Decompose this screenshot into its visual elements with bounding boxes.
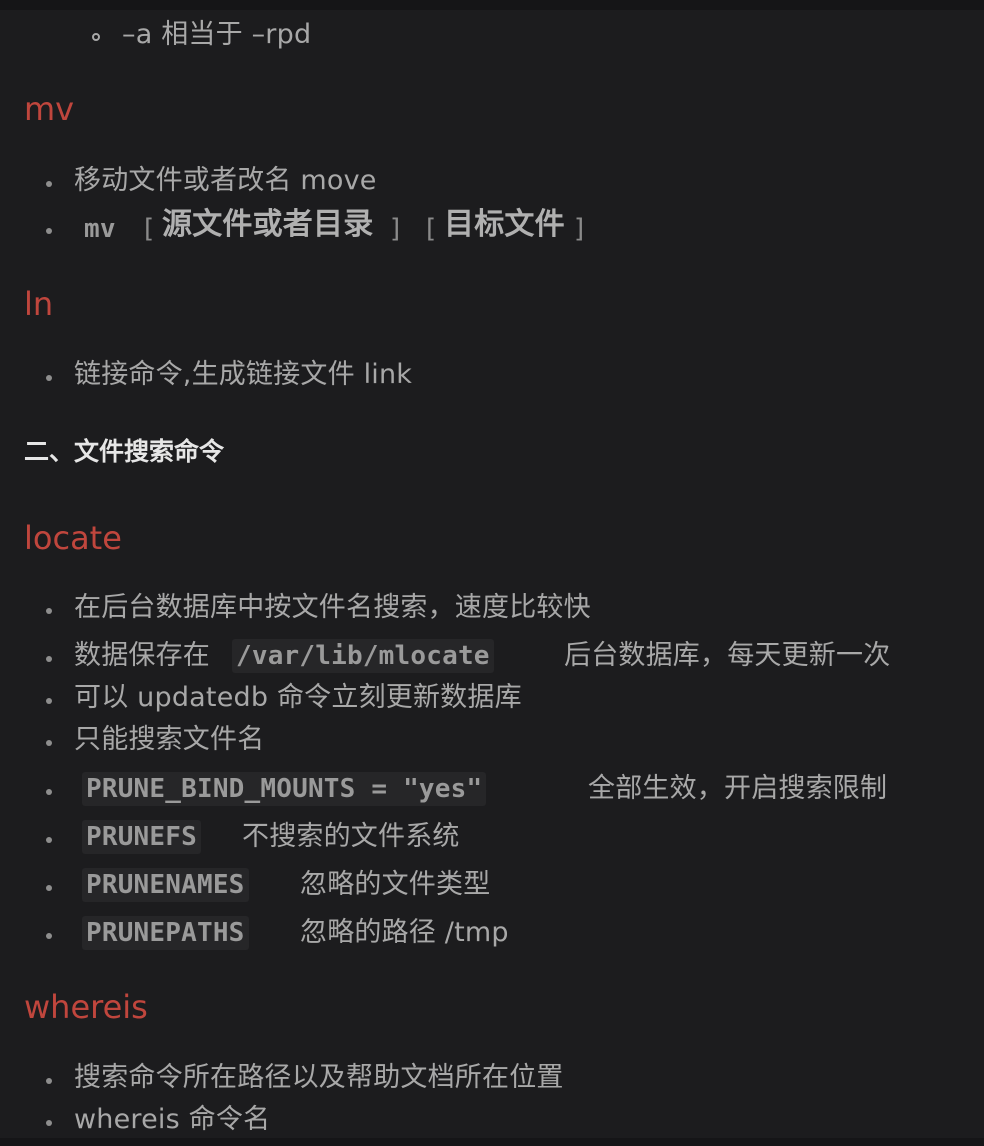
locate-item-8-code: PRUNEPATHS bbox=[82, 916, 249, 950]
heading-whereis: whereis bbox=[24, 988, 148, 1026]
mv-item-2-src: 源文件或者目录 bbox=[162, 207, 374, 242]
bullet-icon bbox=[46, 228, 52, 234]
section-title-file-search: 二、文件搜索命令 bbox=[24, 437, 225, 466]
mv-item-2-close2: ] bbox=[574, 214, 585, 244]
mv-item-2-dst: 目标文件 bbox=[444, 207, 565, 242]
bullet-icon bbox=[46, 837, 52, 843]
locate-item-2-code: /var/lib/mlocate bbox=[232, 639, 494, 673]
locate-item-6-post: 不搜索的文件系统 bbox=[242, 821, 460, 852]
top-edge bbox=[0, 0, 984, 10]
locate-item-8-post: 忽略的路径 /tmp bbox=[300, 917, 509, 948]
whereis-item-2: whereis 命令名 bbox=[74, 1104, 271, 1135]
locate-item-6-code: PRUNEFS bbox=[82, 820, 201, 854]
mv-item-2-cmd: mv bbox=[84, 214, 116, 244]
mv-item-2-open1: [ bbox=[144, 214, 155, 244]
bullet-icon bbox=[46, 885, 52, 891]
locate-item-5-post: 全部生效，开启搜索限制 bbox=[588, 773, 888, 804]
heading-locate: locate bbox=[24, 519, 122, 557]
cp-sub-item: –a 相当于 –rpd bbox=[122, 19, 312, 50]
bottom-edge bbox=[0, 1138, 984, 1146]
sub-bullet-icon bbox=[92, 33, 100, 41]
document-page: –a 相当于 –rpd mv 移动文件或者改名 move mv [ 源文件或者目… bbox=[0, 0, 984, 1146]
bullet-icon bbox=[46, 181, 52, 187]
locate-item-3: 可以 updatedb 命令立刻更新数据库 bbox=[74, 682, 522, 713]
bullet-icon bbox=[46, 608, 52, 614]
bullet-icon bbox=[46, 740, 52, 746]
whereis-item-1: 搜索命令所在路径以及帮助文档所在位置 bbox=[74, 1062, 564, 1093]
mv-item-2-close1: ] bbox=[390, 214, 401, 244]
locate-item-2-pre: 数据保存在 bbox=[74, 640, 210, 671]
locate-item-4: 只能搜索文件名 bbox=[74, 724, 265, 755]
ln-item-1: 链接命令,生成链接文件 link bbox=[74, 359, 413, 390]
mv-item-2-open2: [ bbox=[426, 214, 437, 244]
bullet-icon bbox=[46, 1078, 52, 1084]
locate-item-7-code: PRUNENAMES bbox=[82, 868, 249, 902]
locate-item-5-code: PRUNE_BIND_MOUNTS = "yes" bbox=[82, 772, 487, 806]
bullet-icon bbox=[46, 375, 52, 381]
bullet-icon bbox=[46, 656, 52, 662]
heading-ln: ln bbox=[24, 285, 54, 323]
heading-mv: mv bbox=[24, 90, 75, 128]
mv-item-1: 移动文件或者改名 move bbox=[74, 165, 377, 196]
bullet-icon bbox=[46, 933, 52, 939]
bullet-icon bbox=[46, 789, 52, 795]
locate-item-1: 在后台数据库中按文件名搜索，速度比较快 bbox=[74, 592, 591, 623]
bullet-icon bbox=[46, 1120, 52, 1126]
bullet-icon bbox=[46, 698, 52, 704]
locate-item-2-post: 后台数据库，每天更新一次 bbox=[564, 640, 891, 671]
locate-item-7-post: 忽略的文件类型 bbox=[300, 869, 491, 900]
